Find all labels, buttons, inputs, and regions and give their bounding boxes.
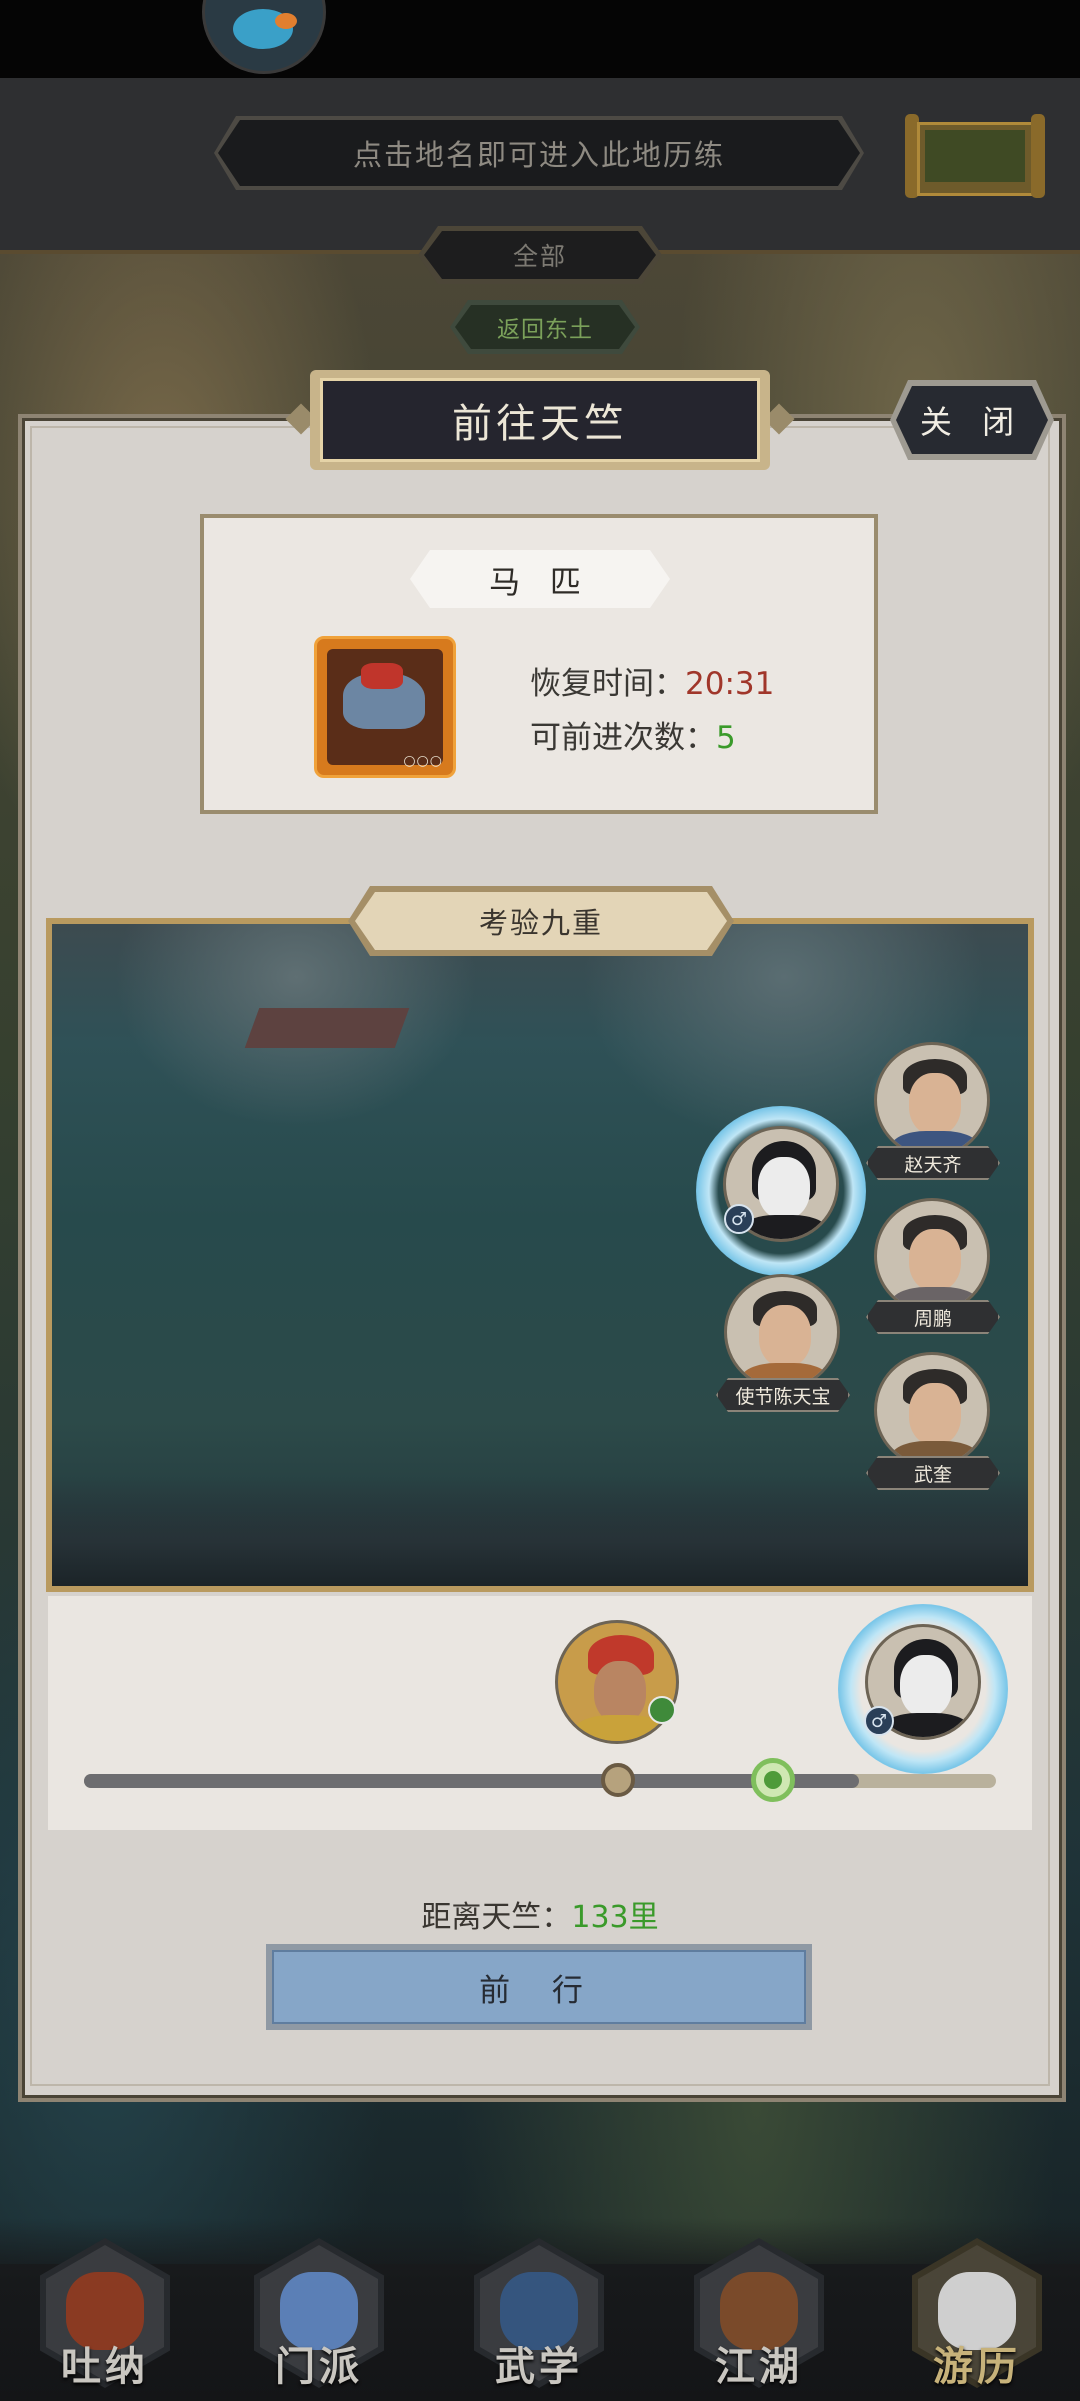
enemy-name-envoy: 使节陈天宝 [716, 1378, 850, 1412]
nav-label: 门派 [275, 2343, 363, 2390]
enemy-name-zhao: 赵天齐 [866, 1146, 1000, 1180]
close-button[interactable]: 关 闭 [896, 386, 1048, 454]
nav-martial[interactable]: 武学 [474, 2238, 604, 2390]
elephant-mount-icon[interactable]: ○○○ [314, 636, 456, 778]
dialog-title: 前往天竺 [320, 378, 760, 462]
player-gender-icon: ♂ [864, 1706, 894, 1736]
advance-count-row: 可前进次数：5 [530, 712, 736, 757]
route-enemy-portrait[interactable] [555, 1620, 679, 1744]
mount-level-dots: ○○○ [403, 753, 443, 769]
nav-label: 武学 [495, 2343, 583, 2390]
enemy-portrait-envoy[interactable] [724, 1274, 840, 1390]
recover-time-value: 20:31 [685, 666, 775, 702]
male-gender-icon: ♂ [724, 1204, 754, 1234]
player-avatar[interactable] [202, 0, 326, 74]
map-scroll-icon[interactable] [905, 114, 1045, 198]
return-east-button[interactable]: 返回东土 [455, 305, 635, 349]
route-track-fill [84, 1774, 860, 1788]
nav-label: 江湖 [715, 2343, 803, 2390]
advance-count-value: 5 [716, 720, 736, 756]
enemy-name-zhou: 周鹏 [866, 1300, 1000, 1334]
weapon-badge-icon [648, 1696, 676, 1724]
enemy-portrait-zhou[interactable] [874, 1198, 990, 1314]
nav-sect[interactable]: 门派 [254, 2238, 384, 2390]
filter-all-button[interactable]: 全部 [424, 231, 656, 279]
enemy-name-wu: 武奎 [866, 1456, 1000, 1490]
enemy-portrait-wu[interactable] [874, 1352, 990, 1468]
advance-count-label: 可前进次数： [530, 720, 716, 756]
enemy-portrait-zhao[interactable] [874, 1042, 990, 1158]
horse-tag: 马 匹 [410, 550, 670, 608]
nav-travel[interactable]: 游历 [912, 2238, 1042, 2390]
recover-time-row: 恢复时间：20:31 [530, 658, 774, 703]
hint-text: 点击地名即可进入此地历练 [218, 120, 860, 186]
player-position-marker [750, 1758, 795, 1802]
advance-button[interactable]: 前 行 [272, 1950, 806, 2024]
nav-jianghu[interactable]: 江湖 [694, 2238, 824, 2390]
distance-value: 133里 [571, 1900, 659, 1935]
nav-label: 游历 [933, 2343, 1021, 2390]
distance-label: 距离天竺： [421, 1900, 572, 1935]
recover-time-label: 恢复时间： [530, 666, 685, 702]
enemy-position-marker [600, 1763, 635, 1797]
distance-row: 距离天竺：133里 [0, 1892, 1080, 1936]
top-bar [0, 0, 1080, 78]
nav-label: 吐纳 [61, 2343, 149, 2390]
nav-tuna[interactable]: 吐纳 [40, 2238, 170, 2390]
battle-title: 考验九重 [355, 892, 727, 950]
